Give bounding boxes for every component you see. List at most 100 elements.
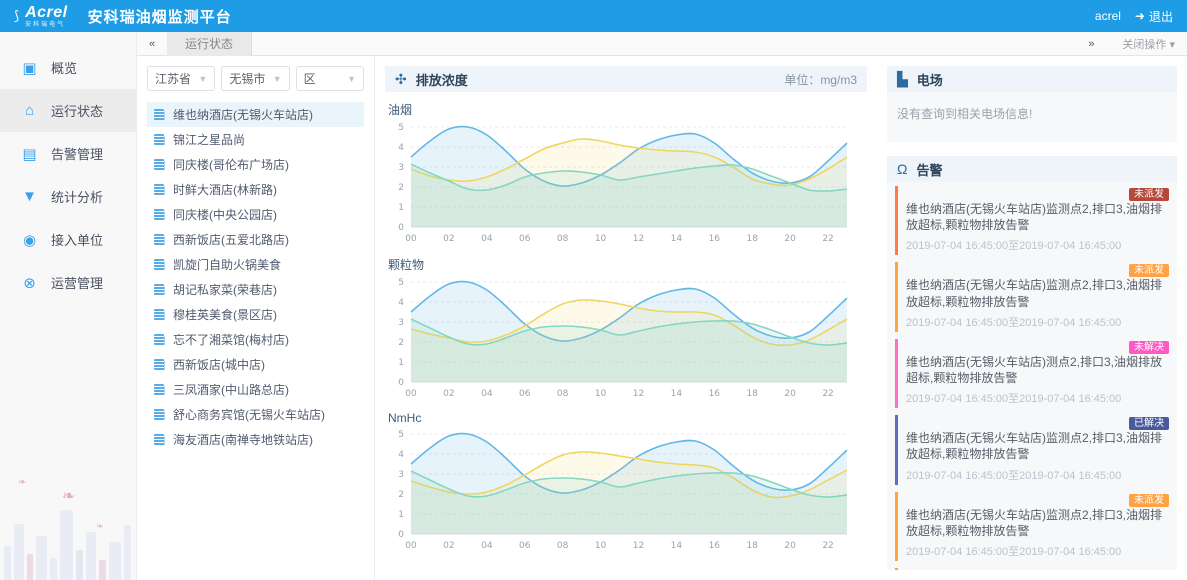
store-list-item[interactable]: 同庆楼(哥伦布广场店): [147, 152, 364, 177]
alarm-status-badge: 未派发: [1129, 188, 1169, 201]
emission-panel: ✣ 排放浓度 单位：mg/m3 油烟 0 1 2 3 4 5 00 02 04 06 08 10 12 14…: [375, 56, 877, 580]
province-select[interactable]: 江苏省 ▼: [147, 66, 216, 91]
alarm-time: 2019-07-04 16:45:00至2019-07-04 16:45:00: [906, 469, 1122, 482]
sidebar: ▣ 概览 ⌂ 运行状态 ▤ 告警管理 ▼ 统计分析 ◉ 接入单位 ⊗ 运营管理 ❧ ❧ ❧: [0, 32, 137, 580]
store-name: 海友酒店(南禅寺地铁站店): [173, 433, 313, 447]
alarm-card-header: Ω 告警: [887, 156, 1177, 182]
building-icon: [154, 409, 164, 420]
people-icon: ◉: [22, 231, 37, 249]
svg-text:12: 12: [633, 234, 644, 244]
logout-button[interactable]: ➜ 退出: [1135, 8, 1173, 25]
svg-text:20: 20: [784, 541, 796, 551]
app-header: ⟆ Acrel 安科瑞电气 安科瑞油烟监测平台 acrel ➜ 退出: [0, 0, 1187, 32]
factory-icon: ▙: [897, 70, 908, 87]
alarm-text: 维也纳酒店(无锡火车站店)监测点2,排口3,油烟排放超标,颗粒物排放告警: [906, 278, 1163, 309]
alarm-time: 2019-07-04 16:45:00至2019-07-04 16:45:00: [906, 240, 1122, 253]
alarm-item[interactable]: 未派发维也纳酒店(无锡火车站店)监测点2,排口3,油烟排放超标,颗粒物排放告警2…: [895, 262, 1169, 332]
wrench-icon: ⊗: [23, 274, 36, 292]
sidebar-item-label: 告警管理: [51, 147, 104, 162]
building-icon: [154, 434, 164, 445]
store-list-item[interactable]: 同庆楼(中央公园店): [147, 202, 364, 227]
store-list-item[interactable]: 忘不了湘菜馆(梅村店): [147, 327, 364, 352]
alarm-card: Ω 告警 未派发 维也纳酒店(无锡火车站店)监测点2,排口3,油烟排放超标,颗粒物…: [887, 156, 1177, 570]
alarm-time: 2019-07-04 16:45:00至2019-07-04 16:45:00: [906, 316, 1122, 329]
svg-text:22: 22: [822, 234, 833, 244]
building-icon: [154, 234, 164, 245]
store-list-item[interactable]: 舒心商务宾馆(无锡火车站店): [147, 402, 364, 427]
store-list-item[interactable]: 维也纳酒店(无锡火车站店): [147, 102, 364, 127]
svg-text:04: 04: [481, 389, 493, 399]
svg-text:2: 2: [398, 338, 404, 348]
svg-text:1: 1: [398, 358, 404, 368]
svg-text:4: 4: [398, 450, 404, 460]
svg-text:02: 02: [443, 234, 454, 244]
sidebar-menu: ▣ 概览 ⌂ 运行状态 ▤ 告警管理 ▼ 统计分析 ◉ 接入单位 ⊗ 运营管理: [0, 46, 136, 304]
sidebar-item-alarm[interactable]: ▤ 告警管理: [0, 132, 136, 175]
svg-text:20: 20: [784, 389, 796, 399]
svg-text:10: 10: [595, 234, 607, 244]
store-list-item[interactable]: 胡记私家菜(荣巷店): [147, 277, 364, 302]
alarm-item[interactable]: 已解决 维也纳酒店(无锡火车站店)监测点2,排口3,油烟排放超标,颗粒物排放告警 2…: [895, 415, 1169, 485]
svg-text:14: 14: [671, 234, 683, 244]
home-icon: ⌂: [24, 102, 35, 119]
username[interactable]: acrel: [1095, 9, 1121, 23]
store-list-item[interactable]: 海友酒店(南禅寺地铁站店): [147, 427, 364, 452]
store-list-item[interactable]: 三凤酒家(中山路总店): [147, 377, 364, 402]
tab-running-status[interactable]: 运行状态: [167, 31, 253, 56]
sidebar-item-stats[interactable]: ▼ 统计分析: [0, 175, 136, 218]
alarm-item[interactable]: 未派发维也纳酒店(无锡火车站店)监测点2,排口3,油烟排放超标,颗粒物排放告警2…: [895, 186, 1169, 256]
sidebar-item-label: 统计分析: [51, 190, 104, 205]
logout-label: 退出: [1148, 9, 1173, 24]
svg-text:3: 3: [398, 318, 404, 328]
page-title: 安科瑞油烟监测平台: [87, 8, 232, 26]
svg-text:22: 22: [822, 541, 833, 551]
svg-text:22: 22: [822, 389, 833, 399]
site-empty-message: 没有查询到相关电场信息!: [897, 107, 1033, 121]
store-list-item[interactable]: 西新饭店(五爱北路店): [147, 227, 364, 252]
svg-text:20: 20: [784, 234, 796, 244]
document-icon: ▤: [22, 145, 37, 163]
alarm-item[interactable]: 未派发维也纳酒店(无锡火车站店)监测点2,排口3,油烟排放超标,颗粒物排放告警2…: [895, 567, 1169, 570]
svg-text:02: 02: [443, 389, 454, 399]
app-window: ⟆ Acrel 安科瑞电气 安科瑞油烟监测平台 acrel ➜ 退出 ▣ 概览 ⌂ 运…: [0, 0, 1187, 580]
butterfly-icon: ❧: [18, 477, 27, 488]
store-list-item[interactable]: 锦江之星品尚: [147, 127, 364, 152]
svg-text:0: 0: [398, 223, 404, 233]
svg-text:08: 08: [557, 234, 569, 244]
store-list-item[interactable]: 穆桂英美食(景区店): [147, 302, 364, 327]
building-icon: [154, 209, 164, 220]
alarm-card-title: 告警: [916, 162, 943, 178]
svg-text:4: 4: [398, 298, 404, 308]
tabs-scroll-right-icon[interactable]: »: [1076, 38, 1106, 50]
store-name: 舒心商务宾馆(无锡火车站店): [173, 408, 325, 422]
svg-text:3: 3: [398, 163, 404, 173]
sidebar-item-overview[interactable]: ▣ 概览: [0, 46, 136, 89]
fan-icon: ✣: [395, 70, 407, 87]
alarm-item[interactable]: 未解决 维也纳酒店(无锡火车站店)测点2,排口3,油烟排放超标,颗粒物排放告警 20…: [895, 338, 1169, 409]
sidebar-item-units[interactable]: ◉ 接入单位: [0, 218, 136, 261]
svg-text:02: 02: [443, 541, 454, 551]
svg-text:4: 4: [398, 143, 404, 153]
store-list-item[interactable]: 凯旋门自助火锅美食: [147, 252, 364, 277]
svg-text:06: 06: [519, 389, 531, 399]
region-filters: 江苏省 ▼ 无锡市 ▼ 区 ▼: [147, 66, 364, 91]
store-list-item[interactable]: 西新饭店(城中店): [147, 352, 364, 377]
tabs-scroll-left-icon[interactable]: «: [137, 38, 167, 50]
tab-actions-dropdown[interactable]: 关闭操作 ▾: [1122, 36, 1175, 52]
alarm-item[interactable]: 未派发维也纳酒店(无锡火车站店)监测点2,排口3,油烟排放超标,颗粒物排放告警2…: [895, 491, 1169, 561]
building-icon: [154, 134, 164, 145]
building-icon: [154, 309, 164, 320]
sidebar-item-label: 运行状态: [51, 104, 104, 119]
store-list-item[interactable]: 时鲜大酒店(林新路): [147, 177, 364, 202]
chart-area: 油烟 0 1 2 3 4 5 00 02 04 06 08 10 12 14 16 18 20 22 颗粒物 0 1 2 3 4…: [385, 92, 867, 554]
svg-text:06: 06: [519, 541, 531, 551]
city-select[interactable]: 无锡市 ▼: [221, 66, 290, 91]
sidebar-item-ops[interactable]: ⊗ 运营管理: [0, 261, 136, 304]
svg-text:18: 18: [746, 234, 758, 244]
alarm-text: 维也纳酒店(无锡火车站店)监测点2,排口3,油烟排放超标,颗粒物排放告警: [906, 507, 1163, 538]
district-select[interactable]: 区 ▼: [295, 66, 364, 91]
sidebar-item-status[interactable]: ⌂ 运行状态: [0, 89, 136, 132]
store-name: 同庆楼(哥伦布广场店): [173, 158, 289, 172]
chart-title: 油烟: [388, 103, 413, 117]
store-name: 维也纳酒店(无锡火车站店): [173, 108, 313, 122]
